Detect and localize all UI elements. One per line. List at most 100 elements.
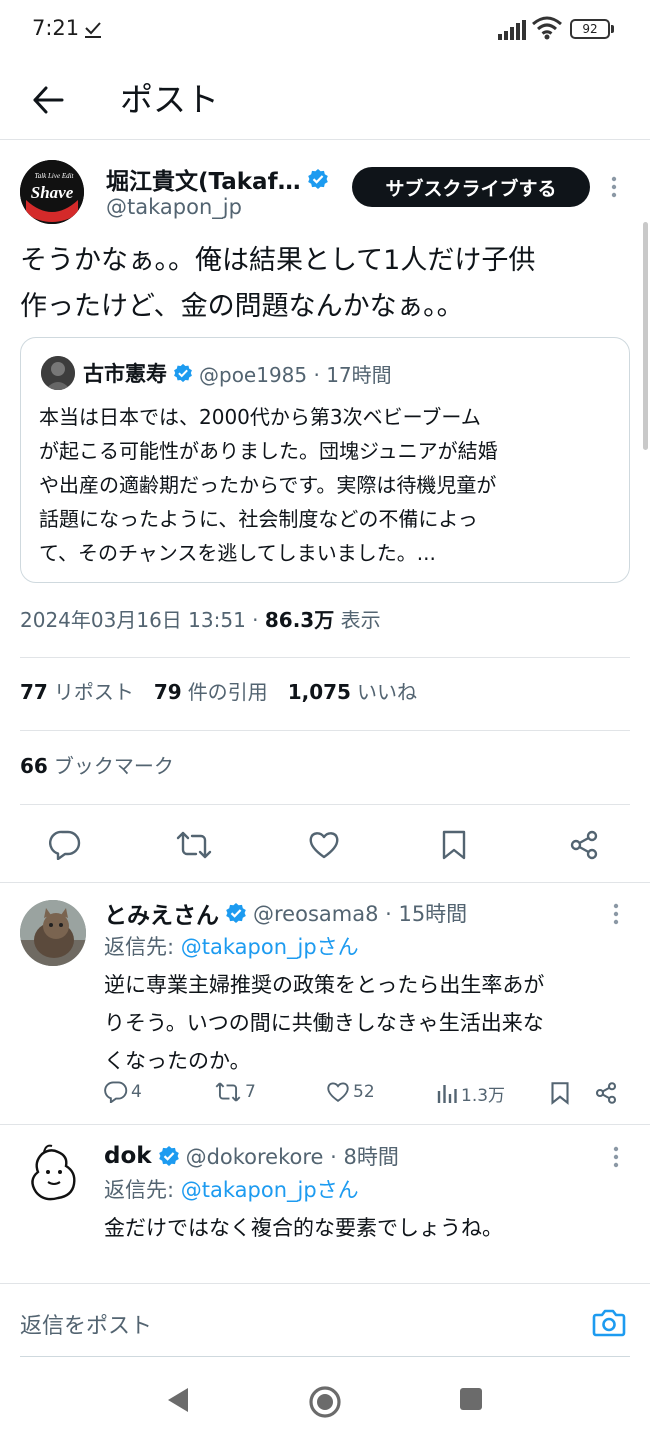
reply-text: 逆に専業主婦推奨の政策をとったら出生率あが りそう。いつの間に共働きしなきゃ生活… bbox=[104, 966, 624, 1080]
nav-recents-button[interactable] bbox=[458, 1385, 484, 1411]
reply-item[interactable]: とみえさん @reosama8 · 15時間 返信先: @takapon_jpさ… bbox=[0, 883, 650, 1125]
nav-back-icon bbox=[168, 1388, 188, 1412]
like-stat[interactable]: 1,075 いいね bbox=[288, 676, 417, 705]
views-icon bbox=[437, 1084, 457, 1103]
reply-author-avatar[interactable] bbox=[20, 1142, 86, 1208]
divider bbox=[20, 730, 630, 731]
quoted-post[interactable]: 古市憲寿 @poe1985 · 17時間 本当は日本では、2000代から第3次ベ… bbox=[20, 337, 630, 583]
reply-to-prefix: 返信先: bbox=[104, 935, 181, 959]
author-name-row: 堀江貴文(Takaf… bbox=[106, 162, 329, 196]
bookmark-stat-label: ブックマーク bbox=[53, 754, 174, 778]
reply-composer: 返信をポスト bbox=[0, 1283, 650, 1367]
quoted-author-name: 古市憲寿 bbox=[83, 362, 167, 386]
battery-tip bbox=[611, 25, 614, 33]
signal-icon bbox=[498, 20, 526, 40]
reply-author-avatar[interactable] bbox=[20, 900, 86, 966]
author-avatar[interactable]: Talk Live Edit Shave bbox=[20, 160, 84, 224]
repost-stat-label: リポスト bbox=[53, 680, 134, 704]
like-icon bbox=[309, 832, 339, 859]
share-icon bbox=[570, 830, 598, 860]
post-datetime[interactable]: 2024年03月16日 13:51 · bbox=[20, 608, 265, 632]
more-options-button[interactable] bbox=[610, 176, 618, 198]
quoted-meta: @poe1985 · 17時間 bbox=[199, 362, 392, 387]
post-meta: 2024年03月16日 13:51 · 86.3万 表示 bbox=[20, 604, 381, 633]
nav-back-button[interactable] bbox=[164, 1385, 192, 1415]
reply-text-line: 金だけではなく複合的な要素でしょうね。 bbox=[104, 1216, 503, 1240]
reply-reply-button[interactable]: 4 bbox=[104, 1081, 142, 1103]
more-options-button[interactable] bbox=[612, 1146, 620, 1168]
reply-repost-button[interactable]: 7 bbox=[214, 1081, 256, 1103]
quote-stat[interactable]: 79 件の引用 bbox=[154, 676, 268, 705]
reply-header: dok @dokorekore · 8時間 bbox=[104, 1140, 399, 1172]
reply-like-button[interactable]: 52 bbox=[326, 1081, 375, 1103]
view-label: 表示 bbox=[334, 608, 381, 632]
reply-icon bbox=[104, 1081, 128, 1103]
subscribe-button[interactable]: サブスクライブする bbox=[352, 167, 590, 207]
bookmark-button[interactable] bbox=[434, 825, 474, 865]
reply-to: 返信先: @takapon_jpさん bbox=[104, 1174, 359, 1204]
author-name[interactable]: 堀江貴文(Takaf… bbox=[106, 162, 301, 196]
reply-author-name[interactable]: とみえさん bbox=[104, 896, 219, 930]
system-nav-bar bbox=[0, 1367, 650, 1444]
reply-action-bar: 4 7 52 1.3万 bbox=[104, 1081, 624, 1111]
reply-input[interactable]: 返信をポスト bbox=[20, 1308, 152, 1340]
like-button[interactable] bbox=[304, 825, 344, 865]
engagement-stats: 77 リポスト 79 件の引用 1,075 いいね bbox=[20, 676, 417, 705]
author-handle[interactable]: @takapon_jp bbox=[106, 195, 242, 219]
quoted-header: 古市憲寿 @poe1985 · 17時間 bbox=[83, 356, 392, 390]
like-count: 52 bbox=[353, 1082, 375, 1102]
reply-author-name[interactable]: dok bbox=[104, 1143, 152, 1169]
back-button[interactable] bbox=[24, 76, 72, 124]
reply-to-handle[interactable]: @takapon_jpさん bbox=[181, 1178, 359, 1202]
like-icon bbox=[327, 1082, 349, 1102]
bookmark-icon bbox=[442, 830, 466, 860]
post-action-bar bbox=[0, 805, 650, 883]
reply-button[interactable] bbox=[45, 825, 85, 865]
more-options-button[interactable] bbox=[612, 903, 620, 925]
bookmark-count: 66 bbox=[20, 754, 48, 778]
nav-home-button[interactable] bbox=[308, 1385, 342, 1419]
more-icon bbox=[613, 1146, 619, 1168]
like-stat-label: いいね bbox=[356, 680, 417, 704]
scrollbar[interactable] bbox=[643, 222, 648, 450]
quoted-text: 本当は日本では、2000代から第3次ベビーブーム が起こる可能性がありました。団… bbox=[39, 400, 619, 570]
reply-views-button[interactable]: 1.3万 bbox=[436, 1081, 505, 1106]
bookmark-icon bbox=[551, 1082, 569, 1105]
nav-home-icon bbox=[309, 1386, 341, 1418]
verified-badge-icon bbox=[307, 169, 328, 189]
reply-text-line: りそう。いつの間に共働きしなきゃ生活出来な bbox=[104, 1011, 544, 1035]
reply-to-prefix: 返信先: bbox=[104, 1178, 181, 1202]
reply-text-line: くなったのか。 bbox=[104, 1049, 251, 1073]
reply-text-line: 逆に専業主婦推奨の政策をとったら出生率あが bbox=[104, 973, 545, 997]
post-text: そうかなぁ。。俺は結果として1人だけ子供 作ったけど、金の問題なんかなぁ。。 bbox=[20, 238, 620, 330]
composer-underline bbox=[20, 1356, 630, 1357]
quoted-text-line: が起こる可能性がありました。団塊ジュニアが結婚 bbox=[39, 439, 498, 463]
reply-text: 金だけではなく複合的な要素でしょうね。 bbox=[104, 1209, 624, 1247]
page-title: ポスト bbox=[120, 80, 219, 119]
share-button[interactable] bbox=[564, 825, 604, 865]
reply-item[interactable]: dok @dokorekore · 8時間 返信先: @takapon_jpさん… bbox=[0, 1126, 650, 1283]
bookmark-stat[interactable]: 66 ブックマーク bbox=[20, 750, 174, 779]
reply-to-handle[interactable]: @takapon_jpさん bbox=[181, 935, 359, 959]
repost-stat[interactable]: 77 リポスト bbox=[20, 676, 134, 705]
verified-badge-icon bbox=[226, 903, 246, 923]
reply-share-button[interactable] bbox=[594, 1081, 618, 1105]
download-done-icon bbox=[84, 20, 102, 38]
more-icon bbox=[611, 176, 617, 198]
reply-to: 返信先: @takapon_jpさん bbox=[104, 931, 359, 961]
avatar-small-text: Talk Live Edit bbox=[34, 172, 74, 180]
reply-count: 4 bbox=[131, 1082, 142, 1102]
divider bbox=[20, 657, 630, 658]
avatar-logo-text: Shave bbox=[31, 183, 74, 202]
reply-bookmark-button[interactable] bbox=[550, 1081, 570, 1105]
verified-badge-icon bbox=[174, 363, 192, 383]
quoted-text-line: て、そのチャンスを逃してしまいました。... bbox=[39, 541, 436, 565]
repost-button[interactable] bbox=[174, 825, 214, 865]
camera-icon bbox=[592, 1309, 626, 1337]
header: ポスト bbox=[0, 60, 650, 140]
quote-count: 79 bbox=[153, 680, 182, 704]
camera-button[interactable] bbox=[592, 1308, 626, 1338]
like-count: 1,075 bbox=[287, 680, 351, 704]
quoted-text-line: 話題になったように、社会制度などの不備によっ bbox=[39, 507, 478, 531]
battery-indicator: 92 bbox=[570, 19, 610, 39]
